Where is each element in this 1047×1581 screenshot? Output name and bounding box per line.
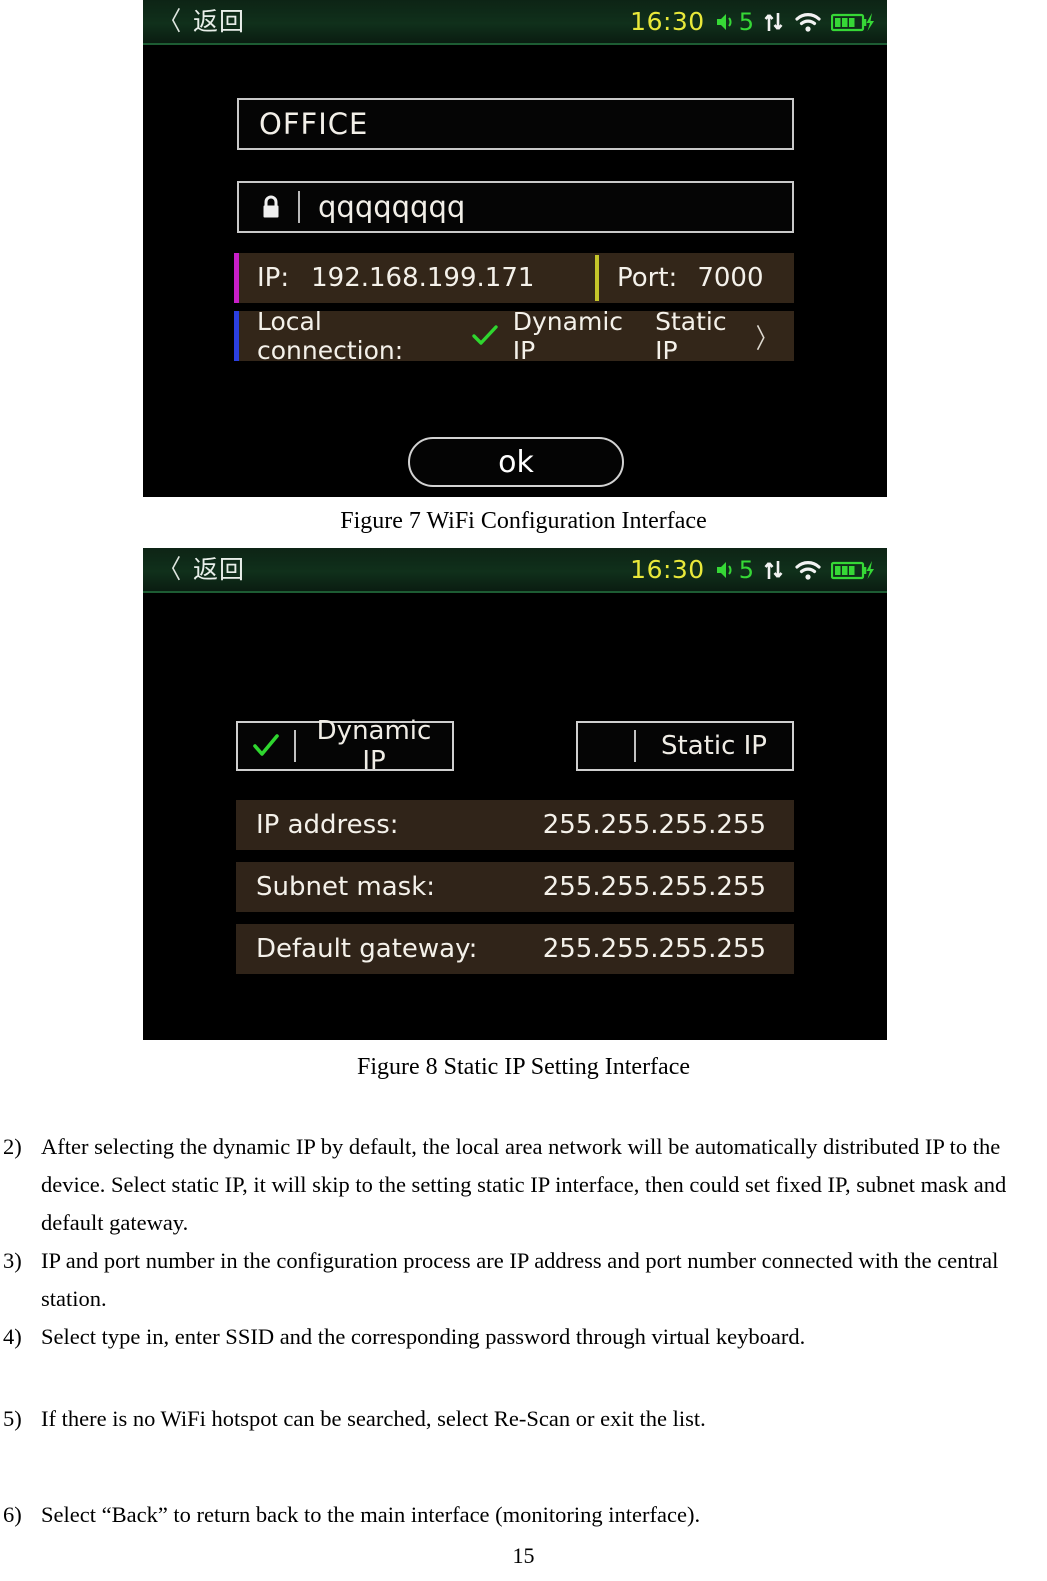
port-value: 7000	[697, 263, 764, 293]
port-label: Port:	[617, 263, 678, 293]
static-ip-button[interactable]: Static IP	[576, 721, 794, 771]
dynamic-ip-button[interactable]: Dynamic IP	[236, 716, 454, 776]
ip-address-value: 255.255.255.255	[542, 810, 766, 840]
default-gateway-label: Default gateway:	[256, 934, 478, 964]
lock-icon	[254, 193, 288, 221]
ip-address-row[interactable]: IP address: 255.255.255.255	[236, 800, 794, 850]
ip-port-row: IP: 192.168.199.171 Port: 7000	[234, 253, 794, 303]
default-gateway-row[interactable]: Default gateway: 255.255.255.255	[236, 924, 794, 974]
static-ip-label: Static IP	[655, 307, 727, 365]
list-item-number: 3)	[3, 1248, 22, 1273]
check-icon	[471, 324, 499, 348]
wifi-icon	[794, 558, 822, 582]
ip-label: IP:	[257, 263, 290, 293]
ip-field[interactable]: IP: 192.168.199.171	[239, 263, 595, 293]
local-connection-row: Local connection: Dynamic IP Static IP 〉	[234, 307, 794, 365]
static-ip-setting-screen: 〈 返回 16:30 5 Dynamic IP Static IP IP add…	[143, 548, 887, 1040]
subnet-mask-value: 255.255.255.255	[542, 872, 766, 902]
battery-charging-icon	[831, 10, 875, 34]
password-divider	[298, 191, 300, 223]
wifi-icon	[794, 10, 822, 34]
ssid-value: OFFICE	[259, 107, 369, 141]
list-item-number: 2)	[3, 1134, 22, 1159]
default-gateway-value: 255.255.255.255	[542, 934, 766, 964]
subnet-mask-row[interactable]: Subnet mask: 255.255.255.255	[236, 862, 794, 912]
volume-level: 5	[738, 555, 754, 584]
ip-address-label: IP address:	[256, 810, 399, 840]
list-item-text: IP and port number in the configuration …	[41, 1248, 999, 1311]
list-item: 6) Select “Back” to return back to the m…	[0, 1496, 1047, 1534]
battery-charging-icon	[831, 558, 875, 582]
status-indicators: 16:30 5	[630, 555, 875, 584]
list-item-text: Select type in, enter SSID and the corre…	[41, 1324, 806, 1349]
page-number: 15	[512, 1543, 535, 1568]
status-bar: 〈 返回 16:30 5	[143, 0, 887, 45]
list-item-number: 5)	[3, 1406, 22, 1431]
up-down-arrows-icon	[763, 10, 785, 34]
instruction-list: 2) After selecting the dynamic IP by def…	[0, 1128, 1047, 1534]
back-label: 返回	[193, 7, 246, 36]
wifi-form: OFFICE qqqqqqqq IP: 192.168.199.171 Port…	[143, 45, 887, 497]
list-item-text: After selecting the dynamic IP by defaul…	[41, 1134, 1007, 1235]
figure-8-caption: Figure 8 Static IP Setting Interface	[356, 1054, 691, 1080]
list-item: 2) After selecting the dynamic IP by def…	[0, 1128, 1047, 1242]
ssid-input[interactable]: OFFICE	[237, 98, 794, 150]
static-ip-form: Dynamic IP Static IP IP address: 255.255…	[143, 593, 887, 1040]
back-button[interactable]: 〈 返回	[157, 557, 245, 583]
local-connection-label: Local connection:	[257, 307, 404, 365]
list-item-number: 6)	[3, 1502, 22, 1527]
list-item: 3) IP and port number in the configurati…	[0, 1242, 1047, 1318]
list-item-text: If there is no WiFi hotspot can be searc…	[41, 1406, 706, 1431]
speaker-icon	[714, 10, 738, 34]
ip-value: 192.168.199.171	[311, 263, 535, 293]
ok-button[interactable]: ok	[408, 437, 624, 487]
list-item: 5) If there is no WiFi hotspot can be se…	[0, 1400, 1047, 1438]
back-label: 返回	[193, 555, 246, 584]
dynamic-ip-label: Dynamic IP	[316, 716, 432, 776]
port-field[interactable]: Port: 7000	[599, 263, 794, 293]
status-indicators: 16:30 5	[630, 7, 875, 36]
list-item-text: Select “Back” to return back to the main…	[41, 1502, 701, 1527]
up-down-arrows-icon	[763, 558, 785, 582]
back-chevron-icon: 〈	[159, 554, 182, 585]
ok-button-label: ok	[498, 444, 534, 480]
list-item-number: 4)	[3, 1324, 22, 1349]
password-input[interactable]: qqqqqqqq	[237, 181, 794, 233]
list-item: 4) Select type in, enter SSID and the co…	[0, 1318, 1047, 1356]
back-chevron-icon: 〈	[159, 6, 182, 37]
volume-level: 5	[738, 7, 754, 36]
check-icon	[238, 733, 294, 759]
volume-indicator: 5	[714, 556, 754, 584]
volume-indicator: 5	[714, 8, 754, 36]
local-connection-inner: Local connection: Dynamic IP Static IP 〉	[239, 307, 794, 365]
chevron-right-icon: 〉	[755, 323, 778, 355]
subnet-mask-label: Subnet mask:	[256, 872, 436, 902]
status-bar: 〈 返回 16:30 5	[143, 548, 887, 593]
wifi-configuration-screen: 〈 返回 16:30 5 OFFICE qqqqqqqq IP: 192.168…	[143, 0, 887, 497]
speaker-icon	[714, 558, 738, 582]
back-button[interactable]: 〈 返回	[157, 9, 245, 35]
static-ip-option[interactable]: Static IP 〉	[655, 307, 780, 365]
clock-label: 16:30	[630, 7, 705, 36]
password-value: qqqqqqqq	[318, 190, 466, 224]
figure-7-caption: Figure 7 WiFi Configuration Interface	[340, 508, 707, 534]
clock-label: 16:30	[630, 555, 705, 584]
dynamic-ip-option[interactable]: Dynamic IP	[513, 307, 641, 365]
static-ip-label: Static IP	[661, 731, 767, 761]
